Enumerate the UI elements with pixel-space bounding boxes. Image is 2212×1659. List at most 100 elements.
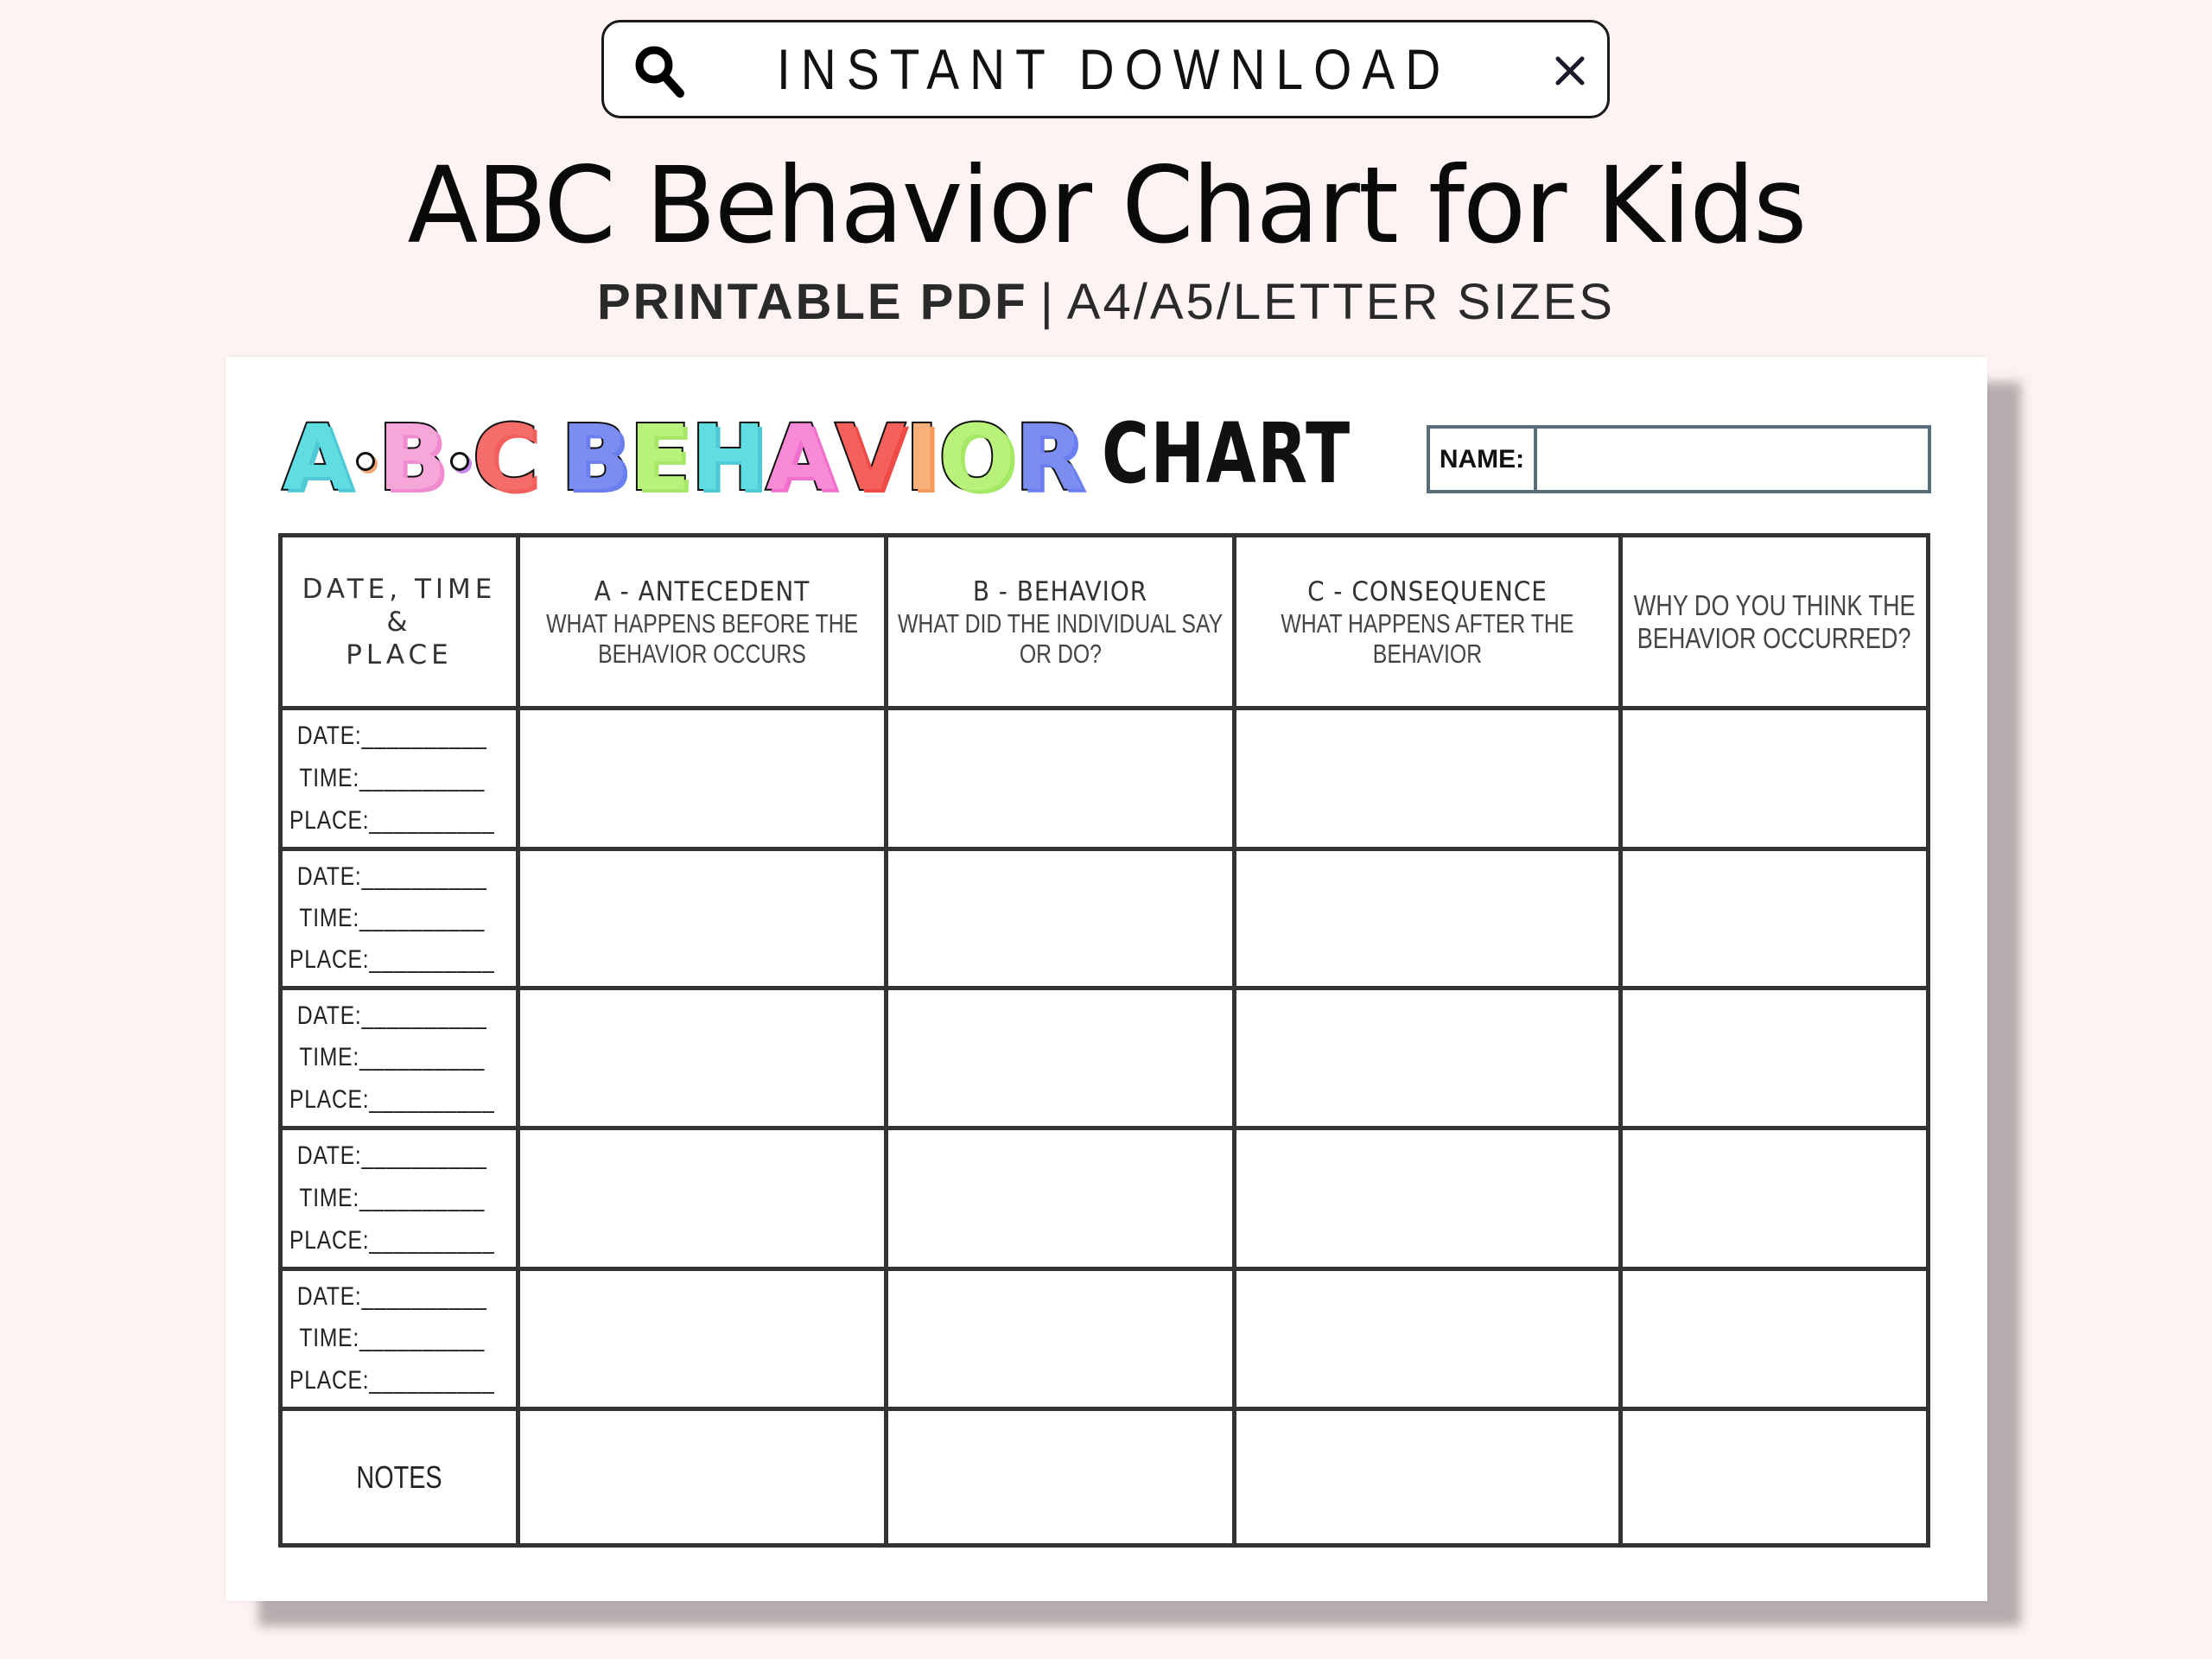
date-time-place-fields: DATE:__________ TIME:__________ PLACE:____… xyxy=(289,995,540,1121)
worksheet-preview: A B C BEHAVIOR CHART NAME: DATE, TIME & PLACE… xyxy=(226,357,1987,1601)
subtitle-separator: | xyxy=(1039,274,1055,330)
date-field[interactable]: DATE:__________ xyxy=(289,1001,494,1031)
behavior-table: DATE, TIME & PLACE A - ANTECEDENT WHAT HAPP… xyxy=(278,533,1930,1548)
time-field[interactable]: TIME:__________ xyxy=(289,1324,494,1353)
header-subtitle: WHAT DID THE INDIVIDUAL SAY xyxy=(897,607,1224,639)
header-subtitle: WHY DO YOU THINK THE xyxy=(1633,588,1916,621)
table-entry-cell[interactable] xyxy=(1623,1271,1926,1407)
time-field[interactable]: TIME:__________ xyxy=(289,904,494,933)
date-field[interactable]: DATE:__________ xyxy=(289,1141,494,1171)
logo-letter: B xyxy=(559,405,631,511)
name-field[interactable] xyxy=(1537,429,1928,490)
logo-dot xyxy=(355,452,375,471)
table-entry-cell[interactable] xyxy=(520,1271,884,1407)
table-header-cell: A - ANTECEDENT WHAT HAPPENS BEFORE THE BEH… xyxy=(520,537,884,706)
time-field[interactable]: TIME:__________ xyxy=(289,764,494,793)
search-text: INSTANT DOWNLOAD xyxy=(777,37,1452,101)
table-header-cell: C - CONSEQUENCE WHAT HAPPENS AFTER THE BEH… xyxy=(1236,537,1618,706)
logo-letter: E xyxy=(627,405,692,511)
close-icon[interactable] xyxy=(1553,54,1587,88)
table-entry-cell[interactable] xyxy=(1623,710,1926,847)
notes-cell[interactable] xyxy=(888,1411,1232,1543)
table-entry-cell[interactable] xyxy=(520,710,884,847)
table-entry-cell[interactable] xyxy=(888,990,1232,1126)
header-title: B - BEHAVIOR xyxy=(972,575,1148,607)
page-subtitle: PRINTABLE PDF | A4/A5/LETTER SIZES xyxy=(0,270,2212,335)
date-field[interactable]: DATE:__________ xyxy=(289,721,494,751)
table-entry-cell[interactable] xyxy=(888,1130,1232,1267)
table-entry-cell[interactable] xyxy=(1623,1130,1926,1267)
date-time-place-cell[interactable]: DATE:__________ TIME:__________ PLACE:____… xyxy=(283,710,516,847)
notes-cell[interactable] xyxy=(1236,1411,1618,1543)
logo-letter: V xyxy=(834,405,906,511)
header-subtitle: OR DO? xyxy=(1019,638,1102,669)
logo-letter: B xyxy=(376,405,448,511)
logo-letter: I xyxy=(903,405,940,511)
subtitle-format: PRINTABLE PDF xyxy=(597,274,1028,330)
table-entry-cell[interactable] xyxy=(1236,851,1618,986)
page-title: ABC Behavior Chart for Kids xyxy=(0,145,2212,266)
logo-chart-word: CHART xyxy=(1101,405,1351,502)
search-icon xyxy=(635,46,684,98)
table-entry-cell[interactable] xyxy=(520,1130,884,1267)
table-entry-cell[interactable] xyxy=(1236,710,1618,847)
name-label: NAME: xyxy=(1430,429,1537,490)
logo-letter: A xyxy=(764,405,836,511)
header-subtitle: WHAT HAPPENS BEFORE THE xyxy=(545,607,859,639)
table-entry-cell[interactable] xyxy=(520,851,884,986)
time-field[interactable]: TIME:__________ xyxy=(289,1184,494,1213)
date-time-place-cell[interactable]: DATE:__________ TIME:__________ PLACE:____… xyxy=(283,851,516,986)
notes-cell[interactable] xyxy=(520,1411,884,1543)
table-entry-cell[interactable] xyxy=(1236,1271,1618,1407)
place-field[interactable]: PLACE:__________ xyxy=(289,1085,494,1115)
header-title: PLACE xyxy=(346,639,453,671)
notes-cell[interactable] xyxy=(1623,1411,1926,1543)
place-field[interactable]: PLACE:__________ xyxy=(289,945,494,975)
date-time-place-cell[interactable]: DATE:__________ TIME:__________ PLACE:____… xyxy=(283,990,516,1126)
notes-label-cell: NOTES xyxy=(283,1411,516,1543)
header-title: DATE, TIME & xyxy=(302,573,497,638)
header-subtitle: BEHAVIOR OCCURS xyxy=(598,638,806,669)
logo-letter: O xyxy=(937,405,1016,511)
logo-letter: H xyxy=(689,405,767,511)
abc-behavior-chart-logo: A B C BEHAVIOR CHART xyxy=(281,405,1421,511)
header-subtitle: WHAT HAPPENS AFTER THE xyxy=(1281,607,1574,639)
table-entry-cell[interactable] xyxy=(888,710,1232,847)
place-field[interactable]: PLACE:__________ xyxy=(289,806,494,836)
place-field[interactable]: PLACE:__________ xyxy=(289,1366,494,1395)
table-entry-cell[interactable] xyxy=(520,990,884,1126)
header-title: A - ANTECEDENT xyxy=(594,575,810,607)
table-row-divider xyxy=(278,1543,1930,1548)
table-entry-cell[interactable] xyxy=(888,1271,1232,1407)
date-time-place-cell[interactable]: DATE:__________ TIME:__________ PLACE:____… xyxy=(283,1271,516,1407)
logo-letter: R xyxy=(1014,405,1086,511)
header-title: C - CONSEQUENCE xyxy=(1307,575,1548,607)
logo-dot xyxy=(449,452,469,471)
table-column-divider xyxy=(1926,533,1930,1548)
table-entry-cell[interactable] xyxy=(1623,990,1926,1126)
table-entry-cell[interactable] xyxy=(1236,990,1618,1126)
table-header-cell: B - BEHAVIOR WHAT DID THE INDIVIDUAL SAY O… xyxy=(888,537,1232,706)
time-field[interactable]: TIME:__________ xyxy=(289,1043,494,1072)
instant-download-search-bar[interactable]: INSTANT DOWNLOAD xyxy=(601,20,1610,118)
date-time-place-fields: DATE:__________ TIME:__________ PLACE:____… xyxy=(289,1135,540,1262)
date-time-place-cell[interactable]: DATE:__________ TIME:__________ PLACE:____… xyxy=(283,1130,516,1267)
date-time-place-fields: DATE:__________ TIME:__________ PLACE:____… xyxy=(289,856,540,981)
place-field[interactable]: PLACE:__________ xyxy=(289,1226,494,1255)
page-title-text: ABC Behavior Chart for Kids xyxy=(407,144,1807,267)
date-field[interactable]: DATE:__________ xyxy=(289,862,494,892)
table-entry-cell[interactable] xyxy=(888,851,1232,986)
header-subtitle: BEHAVIOR xyxy=(1372,638,1483,669)
logo-letter: A xyxy=(281,405,353,511)
header-subtitle: BEHAVIOR OCCURRED? xyxy=(1637,621,1911,654)
date-field[interactable]: DATE:__________ xyxy=(289,1282,494,1312)
table-header-cell: DATE, TIME & PLACE xyxy=(283,537,516,706)
date-time-place-fields: DATE:__________ TIME:__________ PLACE:____… xyxy=(289,715,540,842)
name-box: NAME: xyxy=(1427,425,1931,493)
subtitle-sizes: A4/A5/LETTER SIZES xyxy=(1066,274,1615,330)
table-entry-cell[interactable] xyxy=(1623,851,1926,986)
notes-label: NOTES xyxy=(356,1459,442,1495)
logo-letter: C xyxy=(471,405,540,511)
table-entry-cell[interactable] xyxy=(1236,1130,1618,1267)
date-time-place-fields: DATE:__________ TIME:__________ PLACE:____… xyxy=(289,1276,540,1402)
